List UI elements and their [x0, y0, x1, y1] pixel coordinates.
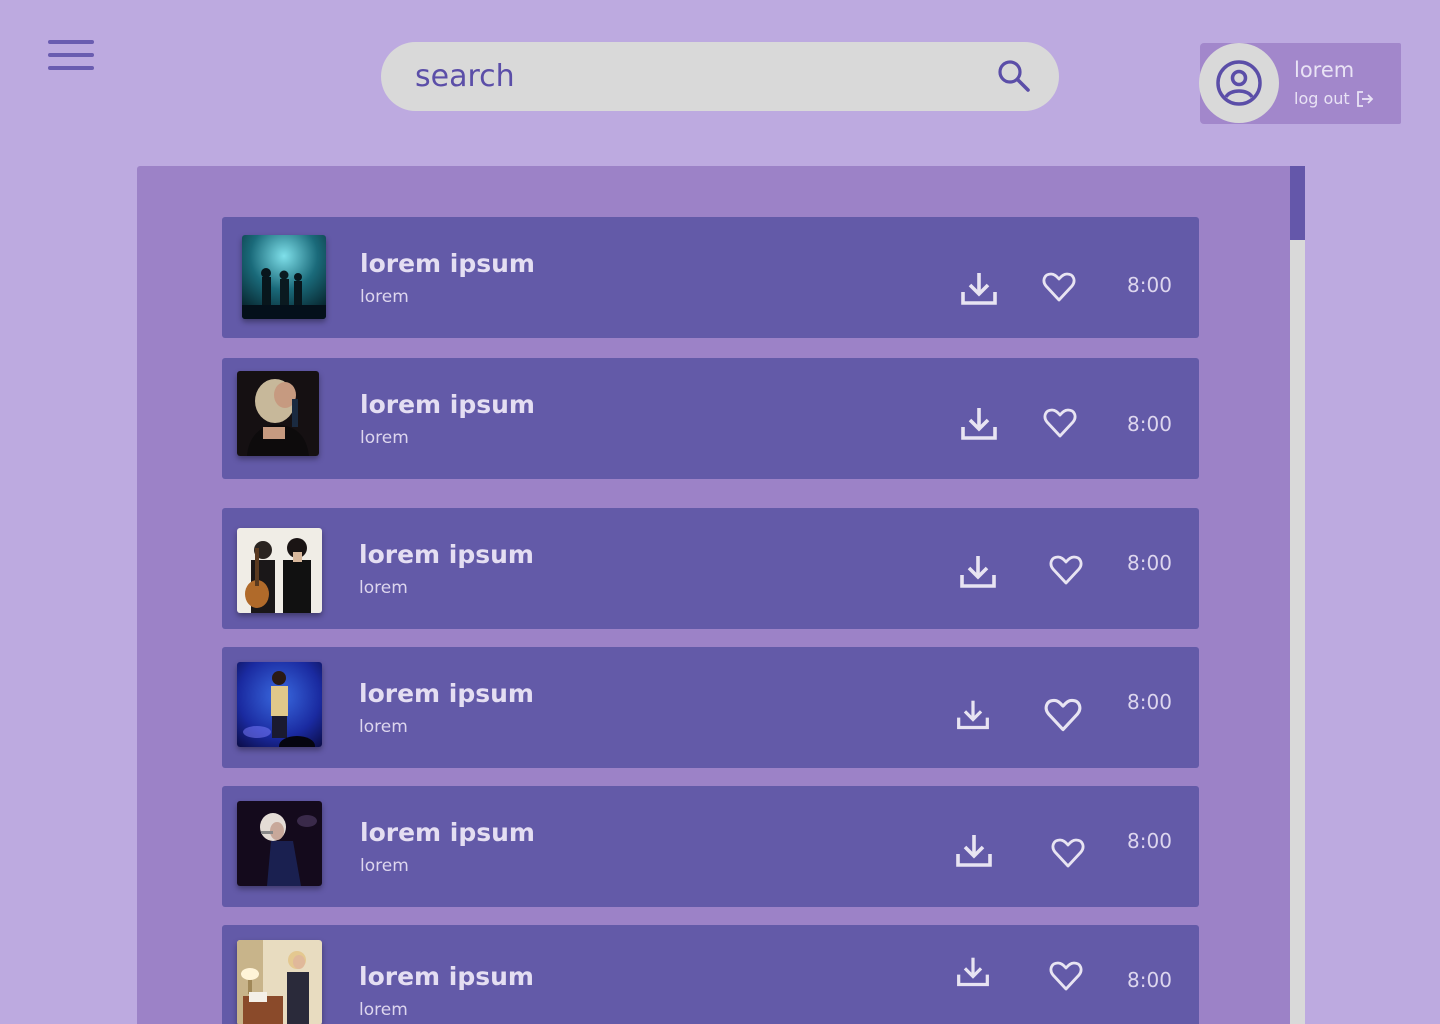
track-list-panel: lorem ipsum lorem 8:00 lorem ipsum lorem…: [137, 166, 1305, 1024]
heart-icon[interactable]: [1042, 270, 1076, 304]
logout-icon: [1356, 90, 1373, 107]
album-art-image: [242, 235, 326, 319]
album-art-image: [237, 528, 322, 613]
track-title: lorem ipsum: [359, 962, 534, 991]
download-icon[interactable]: [956, 955, 990, 989]
avatar[interactable]: [1199, 43, 1279, 123]
track-artist: lorem: [360, 428, 409, 448]
track-title: lorem ipsum: [360, 249, 535, 278]
heart-icon[interactable]: [1043, 406, 1077, 440]
heart-icon[interactable]: [1051, 836, 1085, 870]
heart-icon[interactable]: [1044, 696, 1082, 734]
track-artist: lorem: [359, 578, 408, 598]
album-art-image: [237, 801, 322, 886]
download-icon[interactable]: [959, 553, 997, 591]
track-duration: 8:00: [1127, 412, 1172, 436]
track-title: lorem ipsum: [360, 818, 535, 847]
track-row[interactable]: lorem ipsum lorem 8:00: [222, 358, 1199, 479]
download-icon[interactable]: [960, 270, 998, 308]
track-row[interactable]: lorem ipsum lorem 8:00: [222, 508, 1199, 629]
track-row[interactable]: lorem ipsum lorem 8:00: [222, 217, 1199, 338]
track-duration: 8:00: [1127, 968, 1172, 992]
album-art-image: [237, 662, 322, 747]
user-circle-icon: [1216, 60, 1262, 106]
track-row[interactable]: lorem ipsum lorem 8:00: [222, 647, 1199, 768]
scrollbar[interactable]: [1290, 166, 1305, 1024]
heart-icon[interactable]: [1049, 959, 1083, 993]
logout-label: log out: [1294, 89, 1350, 108]
app-root: lorem log out: [0, 0, 1440, 1024]
album-art-image: [237, 371, 319, 456]
track-row[interactable]: lorem ipsum lorem 8:00: [222, 786, 1199, 907]
download-icon[interactable]: [956, 698, 990, 732]
track-duration: 8:00: [1127, 551, 1172, 575]
logout-button[interactable]: log out: [1294, 89, 1374, 108]
track-duration: 8:00: [1127, 690, 1172, 714]
heart-icon[interactable]: [1049, 553, 1083, 587]
track-title: lorem ipsum: [359, 540, 534, 569]
track-title: lorem ipsum: [359, 679, 534, 708]
download-icon[interactable]: [960, 405, 998, 443]
track-artist: lorem: [359, 717, 408, 737]
track-artist: lorem: [360, 287, 409, 307]
search-input[interactable]: [415, 42, 995, 111]
track-duration: 8:00: [1127, 273, 1172, 297]
hamburger-menu-icon[interactable]: [48, 40, 94, 72]
track-artist: lorem: [360, 856, 409, 876]
user-panel: lorem log out: [1199, 43, 1401, 124]
scrollbar-thumb[interactable]: [1290, 166, 1305, 240]
track-duration: 8:00: [1127, 829, 1172, 853]
track-title: lorem ipsum: [360, 390, 535, 419]
search-icon[interactable]: [997, 59, 1031, 93]
user-name: lorem: [1294, 58, 1355, 82]
track-artist: lorem: [359, 1000, 408, 1020]
search-bar: [381, 42, 1059, 111]
album-art-image: [237, 940, 322, 1024]
download-icon[interactable]: [955, 832, 993, 870]
track-row[interactable]: lorem ipsum lorem 8:00: [222, 925, 1199, 1024]
